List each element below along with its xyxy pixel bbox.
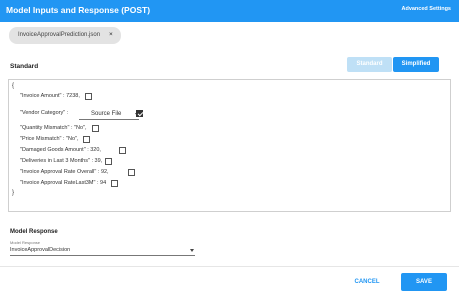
section-label: Standard — [10, 63, 39, 70]
save-button[interactable]: SAVE — [401, 273, 447, 291]
field-deliveries-label: "Deliveries in Last 3 Months" : 39, — [20, 158, 103, 164]
advanced-settings-link[interactable]: Advanced Settings — [401, 6, 451, 12]
field-vendor-category-checkbox[interactable] — [136, 110, 143, 117]
model-inputs-dialog: Model Inputs and Response (POST) Advance… — [0, 0, 459, 300]
vendor-category-select[interactable]: Source File — [79, 109, 139, 120]
vendor-category-select-value: Source File — [91, 111, 122, 117]
json-editor[interactable]: { "Invoice Amount" : 7238, "Vendor Categ… — [8, 79, 451, 212]
dialog-header: Model Inputs and Response (POST) Advance… — [0, 0, 459, 22]
model-response-select[interactable]: InvoiceApprovalDecision — [10, 246, 195, 256]
file-tab-label: InvoiceApprovalPrediction.json — [18, 32, 101, 38]
field-approval-rate-overall-label: "Invoice Approval Rate Overall" : 92, — [20, 169, 109, 175]
model-response-field-label: Model Response — [10, 240, 41, 245]
open-brace: { — [12, 83, 15, 89]
field-price-mismatch-label: "Price Mismatch" : "No", — [20, 136, 79, 142]
field-approval-rate-3m-checkbox[interactable] — [111, 180, 118, 187]
field-damaged-goods-label: "Damaged Goods Amount" : 320, — [20, 147, 101, 153]
field-damaged-goods-checkbox[interactable] — [119, 147, 126, 154]
close-brace: } — [12, 190, 15, 196]
footer-divider — [0, 266, 459, 267]
model-response-select-value: InvoiceApprovalDecision — [10, 247, 71, 253]
file-tab[interactable]: InvoiceApprovalPrediction.json × — [9, 27, 121, 44]
simplified-toggle-button[interactable]: Simplified — [393, 57, 439, 72]
field-deliveries-checkbox[interactable] — [105, 158, 112, 165]
field-vendor-category-label: "Vendor Category" : — [20, 110, 69, 116]
chevron-down-icon — [190, 249, 194, 252]
close-icon[interactable]: × — [109, 31, 113, 38]
dialog-title: Model Inputs and Response (POST) — [6, 5, 151, 15]
cancel-button[interactable]: CANCEL — [347, 274, 387, 291]
field-approval-rate-overall-checkbox[interactable] — [128, 169, 135, 176]
field-quantity-mismatch-label: "Quantity Mismatch" : "No", — [20, 125, 87, 131]
field-invoice-amount-checkbox[interactable] — [85, 93, 92, 100]
field-price-mismatch-checkbox[interactable] — [83, 136, 90, 143]
field-approval-rate-3m-label: "Invoice Approval RateLast3M" : 94 — [20, 180, 107, 186]
field-quantity-mismatch-checkbox[interactable] — [92, 125, 99, 132]
standard-toggle-button[interactable]: Standard — [347, 57, 392, 72]
model-response-title: Model Response — [10, 229, 58, 235]
field-invoice-amount-label: "Invoice Amount" : 7238, — [20, 93, 80, 99]
